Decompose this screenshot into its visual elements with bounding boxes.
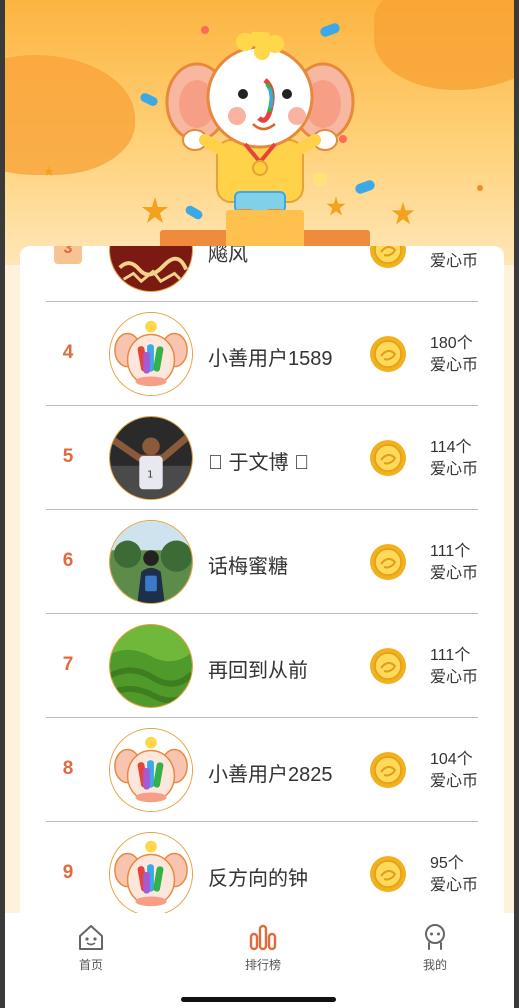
coin-amount: 95个 爱心币 bbox=[430, 853, 478, 897]
amount-unit: 爱心币 bbox=[430, 565, 479, 582]
rank-number: 8 bbox=[62, 758, 74, 779]
star-decor-icon bbox=[391, 201, 415, 225]
calligraphy-avatar-image bbox=[110, 246, 192, 291]
user-name: 小善用户2825 bbox=[208, 764, 333, 786]
love-coin-icon bbox=[369, 855, 407, 893]
amount-value: 114个 bbox=[430, 439, 472, 456]
avatar bbox=[109, 832, 193, 916]
amount-value: 104个 bbox=[430, 751, 473, 768]
amount-value: 180个 bbox=[430, 335, 473, 352]
rank-badge: 3 bbox=[54, 246, 82, 264]
user-name: 飚风 bbox=[208, 246, 248, 266]
coin-amount: 114个 爱心币 bbox=[430, 437, 478, 481]
love-coin-icon bbox=[369, 335, 407, 373]
home-icon bbox=[79, 925, 103, 950]
ranking-list-card[interactable]: 3 飚风 爱心币 4 小善用户1589 180个 爱心币 5 1 于文博 114… bbox=[20, 246, 504, 926]
avatar bbox=[109, 520, 193, 604]
header-banner bbox=[5, 0, 514, 265]
user-name: 话梅蜜糖 bbox=[208, 556, 288, 578]
love-coin-icon bbox=[369, 246, 407, 269]
decor-blob bbox=[5, 55, 135, 175]
confetti bbox=[477, 185, 483, 191]
coin-amount: 111个 爱心币 bbox=[430, 541, 478, 585]
rank-number: 4 bbox=[62, 342, 74, 363]
rank-number: 5 bbox=[62, 446, 74, 467]
tab-profile[interactable]: 我的 bbox=[395, 922, 475, 973]
user-name: 再回到从前 bbox=[208, 660, 308, 682]
mascot-avatar-icon bbox=[110, 313, 192, 395]
avatar bbox=[109, 728, 193, 812]
coin-amount: 111个 爱心币 bbox=[430, 645, 478, 689]
decor-blob bbox=[374, 0, 514, 90]
amount-unit: 爱心币 bbox=[430, 461, 479, 478]
tab-home[interactable]: 首页 bbox=[51, 922, 131, 973]
basketball-player-photo: 1 bbox=[110, 417, 192, 499]
tab-label: 排行榜 bbox=[244, 958, 281, 972]
home-indicator bbox=[181, 997, 336, 1002]
green-grass-photo bbox=[110, 625, 192, 707]
person-in-park-photo bbox=[110, 521, 192, 603]
coin-amount: 104个 爱心币 bbox=[430, 749, 478, 793]
svg-text:1: 1 bbox=[147, 470, 153, 481]
amount-value: 111个 bbox=[430, 647, 471, 664]
love-coin-icon bbox=[369, 647, 407, 685]
user-name:  于文博  bbox=[208, 452, 309, 474]
avatar: 1 bbox=[109, 416, 193, 500]
user-name: 反方向的钟 bbox=[208, 868, 308, 890]
tab-ranking[interactable]: 排行榜 bbox=[223, 922, 303, 973]
list-item[interactable]: 7 再回到从前 111个 爱心币 bbox=[46, 614, 478, 718]
tab-label: 首页 bbox=[78, 958, 103, 972]
user-icon bbox=[425, 924, 445, 950]
amount-unit: 爱心币 bbox=[430, 773, 479, 790]
app-screen: 3 飚风 爱心币 4 小善用户1589 180个 爱心币 5 1 于文博 114… bbox=[5, 0, 514, 1008]
avatar bbox=[109, 624, 193, 708]
amount-unit: 爱心币 bbox=[430, 669, 479, 686]
tab-label: 我的 bbox=[422, 958, 447, 972]
list-item[interactable]: 4 小善用户1589 180个 爱心币 bbox=[46, 302, 478, 406]
star-decor-icon bbox=[43, 165, 55, 177]
amount-value: 95个 bbox=[430, 855, 464, 872]
amount-unit: 爱心币 bbox=[430, 253, 479, 270]
rank-number: 7 bbox=[62, 654, 74, 675]
love-coin-icon bbox=[369, 543, 407, 581]
list-item[interactable]: 5 1  于文博  114个 bbox=[46, 406, 478, 510]
confetti bbox=[138, 91, 160, 108]
rank-number: 6 bbox=[62, 550, 74, 571]
avatar bbox=[109, 312, 193, 396]
list-item[interactable]: 3 飚风 爱心币 bbox=[46, 246, 478, 302]
confetti bbox=[353, 178, 377, 196]
amount-unit: 爱心币 bbox=[430, 877, 479, 894]
list-item[interactable]: 9 反方向的钟 95个 爱心币 bbox=[46, 822, 478, 926]
mascot-avatar-icon bbox=[110, 729, 192, 811]
amount-unit: 爱心币 bbox=[430, 357, 479, 374]
amount-value: 111个 bbox=[430, 543, 471, 560]
bar-chart-icon bbox=[249, 924, 277, 951]
user-name: 小善用户1589 bbox=[208, 348, 333, 370]
mascot-avatar-icon bbox=[110, 833, 192, 915]
rank-number: 9 bbox=[62, 862, 74, 883]
list-item[interactable]: 6 话梅蜜糖 111个 爱心币 bbox=[46, 510, 478, 614]
love-coin-icon bbox=[369, 751, 407, 789]
ranking-list[interactable]: 3 飚风 爱心币 4 小善用户1589 180个 爱心币 5 1 于文博 114… bbox=[20, 246, 504, 926]
coin-amount: 180个 爱心币 bbox=[430, 333, 478, 377]
list-item[interactable]: 8 小善用户2825 104个 爱心币 bbox=[46, 718, 478, 822]
coin-amount: 爱心币 bbox=[430, 246, 478, 273]
bottom-tab-bar: 首页 排行榜 我的 bbox=[5, 913, 514, 1008]
love-coin-icon bbox=[369, 439, 407, 477]
avatar bbox=[109, 246, 193, 292]
